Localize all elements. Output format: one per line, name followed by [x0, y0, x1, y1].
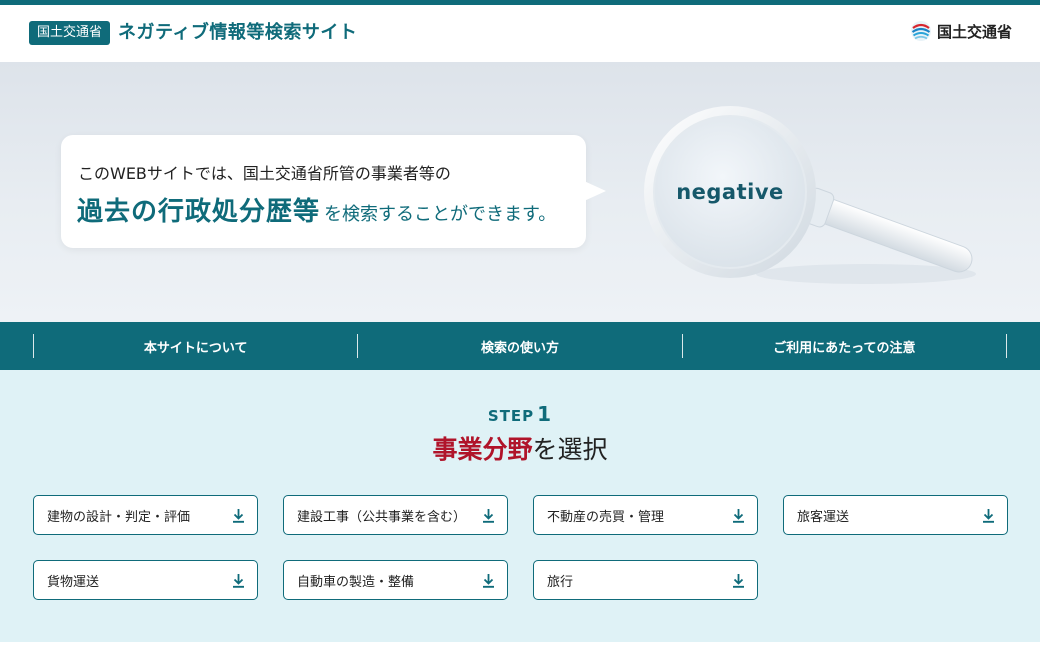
field-button-label: 不動産の売買・管理 [547, 509, 665, 525]
next-section-edge [0, 642, 1040, 650]
hero-intro-text: このWEBサイトでは、国土交通省所管の事業者等の [78, 164, 451, 183]
hero-banner: このWEBサイトでは、国土交通省所管の事業者等の 過去の行政処分歴等 を検索するこ… [0, 62, 1040, 322]
field-button-freight-transport[interactable]: 貨物運送 [33, 560, 258, 600]
site-title[interactable]: ネガティブ情報等検索サイト [118, 19, 357, 47]
field-button-label: 貨物運送 [47, 574, 100, 590]
nav-about-site[interactable]: 本サイトについて [33, 334, 357, 358]
ministry-name: 国土交通省 [936, 22, 1012, 41]
magnifying-glass-icon [644, 106, 976, 284]
nav-usage-notes[interactable]: ご利用にあたっての注意 [681, 334, 1007, 358]
download-arrow-icon [983, 508, 994, 523]
download-arrow-icon [733, 508, 744, 523]
hero-headline-strong: 過去の行政処分歴等 [77, 197, 321, 227]
field-button-building-design[interactable]: 建物の設計・判定・評価 [33, 495, 258, 535]
step-title: 事業分野を選択 [0, 430, 1040, 466]
download-arrow-icon [233, 508, 244, 523]
hero-headline: 過去の行政処分歴等 を検索することができます。 [77, 191, 556, 228]
field-button-real-estate[interactable]: 不動産の売買・管理 [533, 495, 758, 535]
download-arrow-icon [483, 573, 494, 588]
field-button-passenger-transport[interactable]: 旅客運送 [783, 495, 1008, 535]
field-button-travel[interactable]: 旅行 [533, 560, 758, 600]
field-button-label: 建設工事（公共事業を含む） [297, 509, 467, 525]
field-button-vehicle-manufacturing[interactable]: 自動車の製造・整備 [283, 560, 508, 600]
ministry-brand[interactable]: 国土交通省 [910, 20, 1012, 42]
magnifier-word: negative [676, 180, 784, 204]
field-button-label: 旅行 [547, 574, 574, 590]
site-header: 国土交通省 ネガティブ情報等検索サイト 国土交通省 [0, 5, 1040, 62]
step-number: 1 [537, 402, 553, 426]
nav-how-to-search[interactable]: 検索の使い方 [357, 334, 681, 358]
download-arrow-icon [233, 573, 244, 588]
field-button-label: 旅客運送 [797, 509, 850, 525]
step-label: STEP 1 [0, 402, 1040, 426]
ministry-logo-icon [910, 21, 931, 41]
field-button-label: 自動車の製造・整備 [297, 574, 415, 590]
hero-speech-bubble: このWEBサイトでは、国土交通省所管の事業者等の 過去の行政処分歴等 を検索するこ… [61, 135, 606, 248]
field-button-construction[interactable]: 建設工事（公共事業を含む） [283, 495, 508, 535]
step-title-accent: 事業分野 [432, 435, 533, 464]
ministry-badge[interactable]: 国土交通省 [29, 21, 111, 45]
hero-headline-rest: を検索することができます。 [324, 204, 557, 225]
step1-section: STEP 1 事業分野を選択 建物の設計・判定・評価 建設工事（公共事業を含む） … [0, 370, 1040, 642]
main-nav: 本サイトについて 検索の使い方 ご利用にあたっての注意 [0, 322, 1040, 370]
step-title-rest: を選択 [532, 435, 608, 464]
download-arrow-icon [733, 573, 744, 588]
field-button-label: 建物の設計・判定・評価 [47, 509, 191, 525]
download-arrow-icon [483, 508, 494, 523]
step-word: STEP [487, 407, 535, 425]
